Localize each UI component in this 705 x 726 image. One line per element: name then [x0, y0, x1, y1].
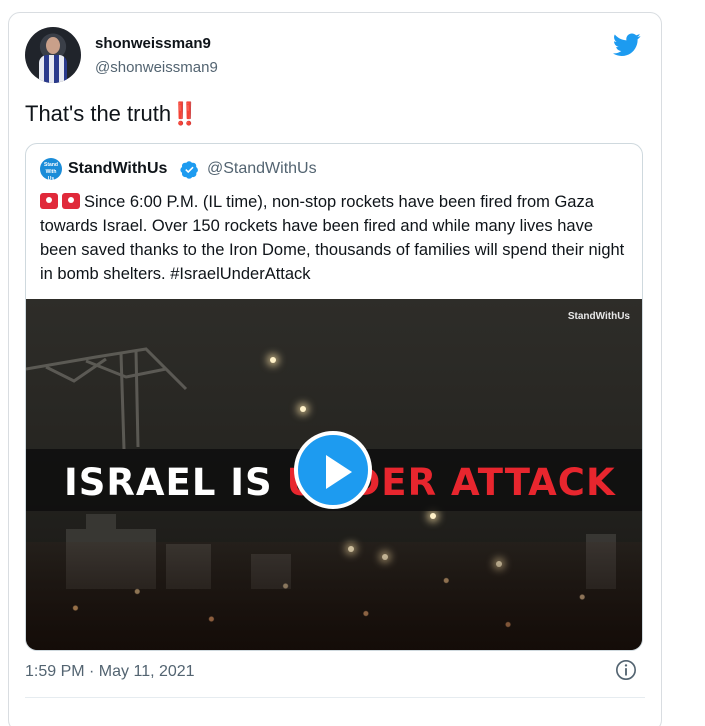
city-lights: [26, 542, 642, 650]
video-watermark: StandWithUs: [567, 311, 630, 322]
quoted-body: Since 6:00 P.M. (IL time), non-stop rock…: [40, 193, 625, 283]
quoted-text: Since 6:00 P.M. (IL time), non-stop rock…: [40, 190, 632, 286]
siren-icon: [62, 193, 80, 209]
siren-icon: [40, 193, 58, 209]
rocket-flare: [300, 406, 306, 412]
play-icon: [326, 455, 352, 489]
quoted-display-name[interactable]: StandWithUs: [68, 160, 167, 178]
twitter-bird-icon[interactable]: [613, 33, 641, 57]
tweet-card: shonweissman9 @shonweissman9 That's the …: [8, 12, 662, 726]
quoted-avatar[interactable]: Stand With Us: [40, 158, 62, 182]
display-name[interactable]: shonweissman9: [95, 35, 211, 52]
tweet-timestamp[interactable]: 1:59 PM · May 11, 2021: [25, 663, 195, 681]
user-handle[interactable]: @shonweissman9: [95, 59, 218, 76]
video-player[interactable]: StandWithUs ISRAEL IS UNDER ATTACK: [26, 299, 642, 650]
info-icon[interactable]: [615, 659, 637, 681]
rocket-flare: [270, 357, 276, 363]
rocket-flare: [430, 513, 436, 519]
double-exclamation-emoji: ‼️: [171, 101, 198, 126]
quoted-handle[interactable]: @StandWithUs: [207, 160, 317, 178]
banner-text-white: ISRAEL IS: [64, 461, 287, 504]
tweet-text: That's the truth‼️: [25, 101, 199, 127]
avatar[interactable]: [25, 27, 81, 83]
divider: [25, 697, 645, 698]
verified-badge-icon: [180, 161, 198, 179]
quoted-tweet[interactable]: Stand With Us StandWithUs @StandWithUs Sin…: [25, 143, 643, 651]
tweet-body: That's the truth: [25, 101, 172, 126]
play-button[interactable]: [294, 431, 372, 509]
